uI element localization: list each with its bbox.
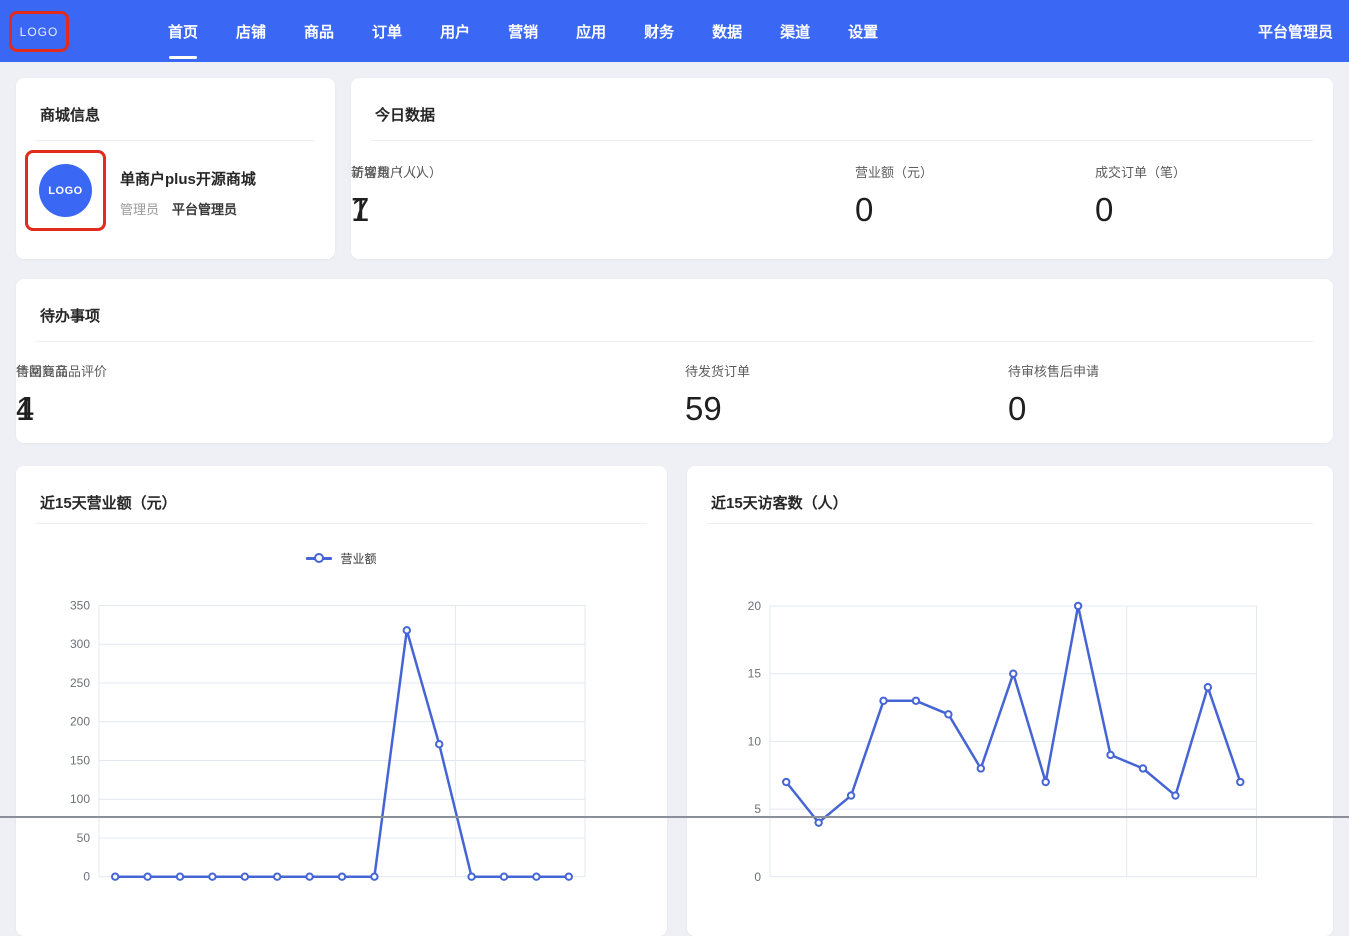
stat-turnover: 营业额（元） 0 xyxy=(855,162,933,229)
nav-item-home[interactable]: 首页 xyxy=(168,0,198,62)
svg-text:0: 0 xyxy=(83,870,90,884)
stat-label: 新增用户（人） xyxy=(351,162,442,181)
nav-item-channels[interactable]: 渠道 xyxy=(780,0,810,62)
svg-text:300: 300 xyxy=(70,637,90,651)
todo-title: 待办事项 xyxy=(40,305,100,326)
today-data-card: 今日数据 营业额（元） 0 成交订单（笔） 0 访客数（人） 7 新增用户（人）… xyxy=(351,78,1333,259)
mall-name: 单商户plus开源商城 xyxy=(120,168,256,189)
stat-value: 1 xyxy=(351,191,442,229)
stat-orders: 成交订单（笔） 0 xyxy=(1095,162,1186,229)
nav-menu: 首页 店铺 商品 订单 用户 营销 应用 财务 数据 渠道 设置 xyxy=(168,0,878,62)
svg-text:100: 100 xyxy=(70,792,90,806)
logo-text: LOGO xyxy=(20,25,59,39)
turnover-chart-card: 近15天营业额（元） 营业额 350300250200150100500 xyxy=(16,466,667,936)
stat-value: 0 xyxy=(1095,191,1186,229)
mall-info-card: 商城信息 LOGO 单商户plus开源商城 管理员 平台管理员 xyxy=(16,78,335,259)
svg-text:200: 200 xyxy=(70,715,90,729)
annotation-box-logo: LOGO xyxy=(9,11,69,52)
stat-label: 售罄商品 xyxy=(16,361,68,380)
svg-text:350: 350 xyxy=(70,599,90,613)
svg-text:20: 20 xyxy=(748,599,762,613)
avatar-logo-text: LOGO xyxy=(48,185,82,197)
nav-item-shop[interactable]: 店铺 xyxy=(236,0,266,62)
nav-item-data[interactable]: 数据 xyxy=(712,0,742,62)
stat-pending-aftersales: 待审核售后申请 0 xyxy=(1008,361,1099,428)
svg-text:50: 50 xyxy=(77,831,91,845)
nav-item-finance[interactable]: 财务 xyxy=(644,0,674,62)
mall-logo-avatar: LOGO xyxy=(39,164,92,217)
nav-user-menu[interactable]: 平台管理员 xyxy=(1258,0,1333,62)
stat-value: 0 xyxy=(1008,390,1099,428)
turnover-line-chart: 350 300 250 200 150 100 50 0 xyxy=(16,466,667,936)
svg-text:15: 15 xyxy=(748,667,762,681)
top-navbar: LOGO 首页 店铺 商品 订单 用户 营销 应用 财务 数据 渠道 设置 平台… xyxy=(0,0,1349,62)
stat-pending-shipments: 待发货订单 59 xyxy=(685,361,750,428)
svg-text:5: 5 xyxy=(754,802,761,816)
nav-item-marketing[interactable]: 营销 xyxy=(508,0,538,62)
svg-text:10: 10 xyxy=(748,734,762,748)
todo-card: 待办事项 待发货订单 59 待审核售后申请 0 待回复商品评价 4 售罄商品 1 xyxy=(16,279,1333,443)
nav-item-goods[interactable]: 商品 xyxy=(304,0,334,62)
today-data-title: 今日数据 xyxy=(375,104,435,125)
visitors-chart-card: 近15天访客数（人） 20151050 xyxy=(687,466,1333,936)
stat-label: 待发货订单 xyxy=(685,361,750,380)
mall-role-label: 管理员 xyxy=(120,199,159,218)
nav-item-users[interactable]: 用户 xyxy=(440,0,470,62)
divider xyxy=(36,341,1313,342)
svg-text:0: 0 xyxy=(754,870,761,884)
visitors-line-chart: 20 15 10 5 0 xyxy=(687,466,1333,936)
nav-item-orders[interactable]: 订单 xyxy=(372,0,402,62)
divider xyxy=(371,140,1313,141)
stat-soldout-goods: 售罄商品 1 xyxy=(16,361,68,428)
stat-value: 0 xyxy=(855,191,933,229)
nav-item-settings[interactable]: 设置 xyxy=(848,0,878,62)
stat-value: 59 xyxy=(685,390,750,428)
mall-role-value: 平台管理员 xyxy=(172,199,237,218)
stat-new-users: 新增用户（人） 1 xyxy=(351,162,442,229)
stat-value: 1 xyxy=(16,390,68,428)
stat-label: 待审核售后申请 xyxy=(1008,361,1099,380)
svg-text:250: 250 xyxy=(70,676,90,690)
stat-label: 成交订单（笔） xyxy=(1095,162,1186,181)
nav-item-apps[interactable]: 应用 xyxy=(576,0,606,62)
svg-text:150: 150 xyxy=(70,753,90,767)
mall-info-title: 商城信息 xyxy=(40,104,100,125)
stat-label: 营业额（元） xyxy=(855,162,933,181)
divider xyxy=(36,140,315,141)
annotation-box-avatar: LOGO xyxy=(25,150,106,231)
